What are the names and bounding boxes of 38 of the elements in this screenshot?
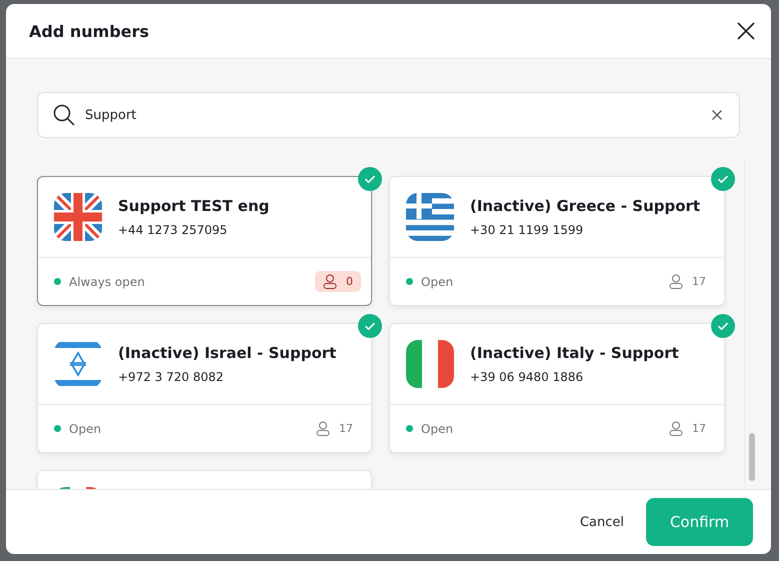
phone-number: +972 3 720 8082 xyxy=(118,370,224,384)
person-icon xyxy=(669,421,683,436)
status-dot-icon xyxy=(406,278,413,285)
search-icon xyxy=(53,104,75,126)
flag-icon xyxy=(54,340,102,388)
number-name: (Inactive) Italy - Support xyxy=(470,344,679,362)
number-name: (Inactive) Israel - Support xyxy=(118,344,336,362)
search-field[interactable]: Support xyxy=(37,92,740,138)
agent-count: 17 xyxy=(661,271,714,292)
flag-icon xyxy=(406,193,454,241)
number-card[interactable]: (Inactive) Italy - Support +39 06 9480 1886 Open 17 xyxy=(389,323,725,453)
status-dot-icon xyxy=(54,278,61,285)
flag-icon xyxy=(406,340,454,388)
phone-number: +30 21 1199 1599 xyxy=(470,223,584,237)
scrollbar-thumb[interactable] xyxy=(749,433,755,481)
status-label: Open xyxy=(421,422,454,436)
number-name: Support TEST eng xyxy=(118,197,270,215)
status-dot-icon xyxy=(406,425,413,432)
person-icon xyxy=(316,421,330,436)
agent-count: 0 xyxy=(315,271,361,292)
phone-number: +44 1273 257095 xyxy=(118,223,228,237)
status-dot-icon xyxy=(54,425,61,432)
number-card[interactable]: (Inactive) Israel - Support +972 3 720 8082 Open 17 xyxy=(37,323,372,453)
number-card[interactable]: Support TEST eng +44 1273 257095 Always open 0 xyxy=(37,176,372,306)
flag-icon xyxy=(54,193,102,241)
status-label: Always open xyxy=(69,274,146,288)
phone-number: +39 06 9480 1886 xyxy=(470,370,584,384)
dialog-title: Add numbers xyxy=(29,22,150,40)
status-label: Open xyxy=(69,422,102,436)
agent-count: 17 xyxy=(661,418,714,439)
status-label: Open xyxy=(421,274,454,288)
number-card[interactable]: (Inactive) Greece - Support +30 21 1199 1599 Open 17 xyxy=(389,176,725,306)
clear-icon[interactable] xyxy=(712,110,722,120)
cancel-button[interactable]: Cancel xyxy=(576,508,628,536)
agent-count: 17 xyxy=(308,418,361,439)
person-icon xyxy=(669,274,683,289)
person-icon xyxy=(323,274,337,289)
number-name: (Inactive) Greece - Support xyxy=(470,197,700,215)
